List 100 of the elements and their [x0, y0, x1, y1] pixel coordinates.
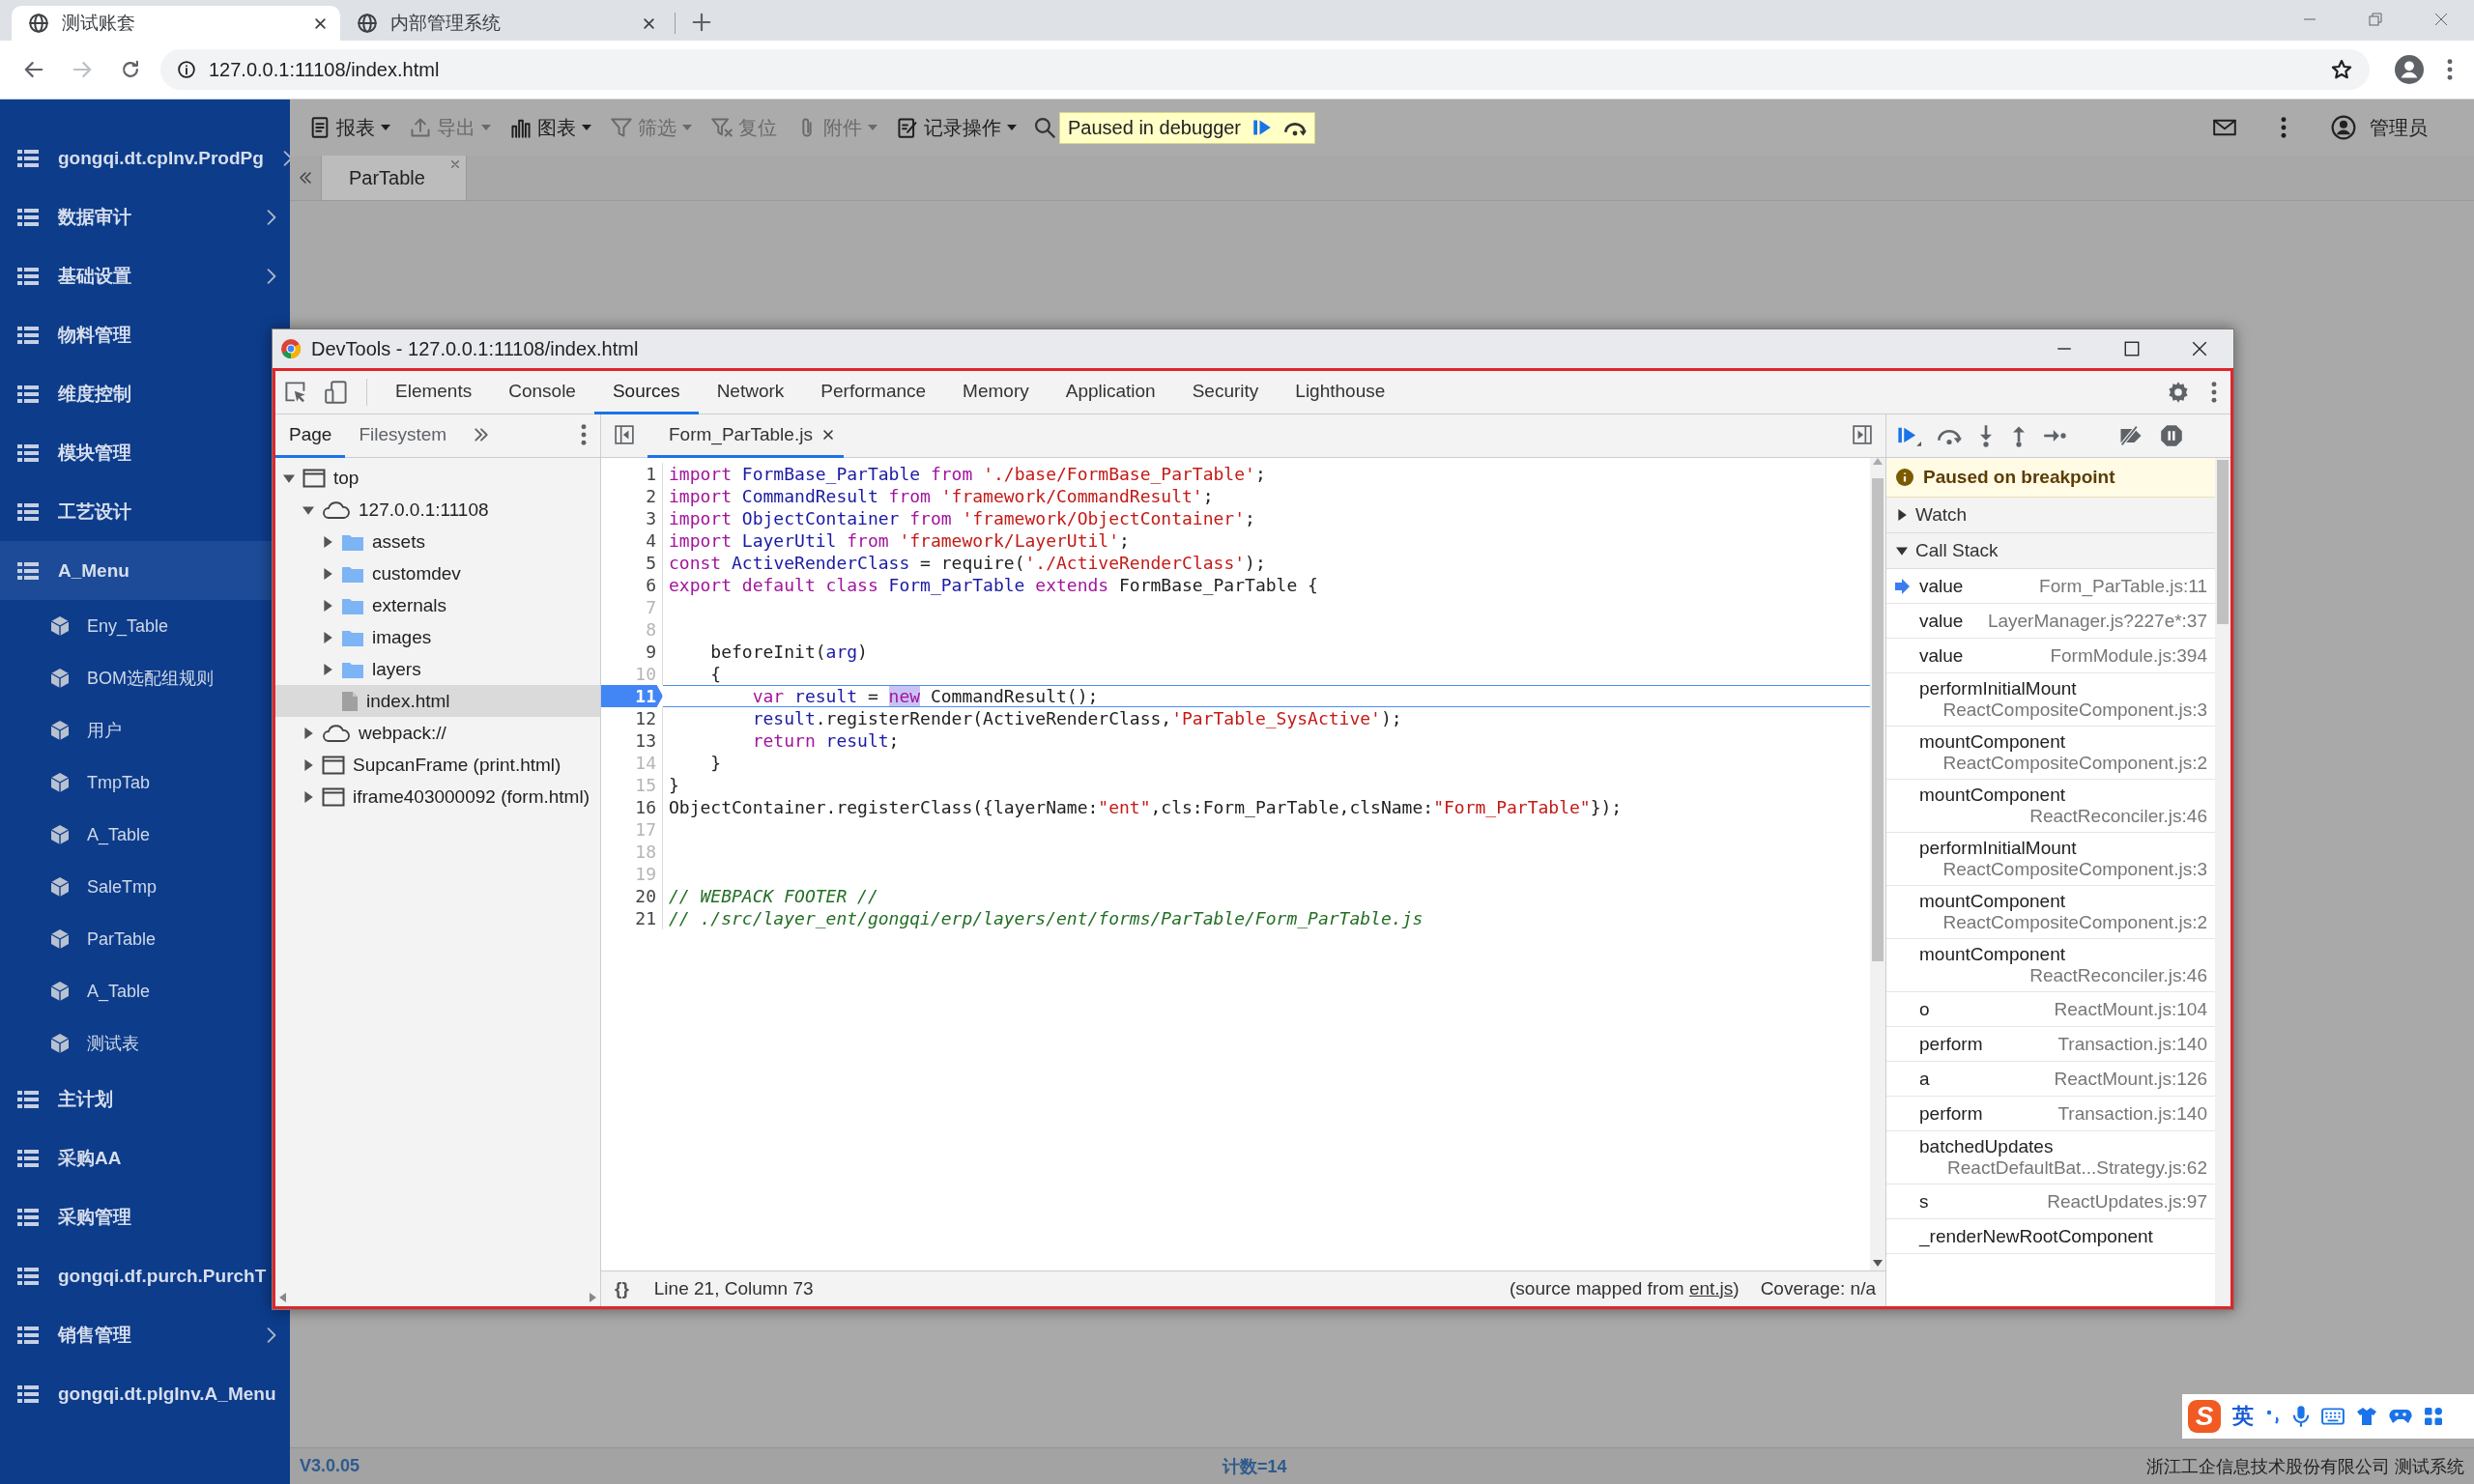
collapse-arrow-icon[interactable]: [302, 503, 314, 516]
panel-tab[interactable]: Elements: [377, 371, 491, 414]
more-icon[interactable]: [581, 424, 587, 445]
collapse-arrow-icon[interactable]: [283, 471, 295, 484]
toggle-debugger-icon[interactable]: [1853, 425, 1872, 444]
sidebar-subitem[interactable]: 测试表: [0, 1017, 290, 1070]
scroll-right-icon[interactable]: [589, 1293, 596, 1302]
tree-item[interactable]: index.html: [275, 685, 600, 717]
toggle-navigator-icon[interactable]: [615, 425, 634, 444]
panel-tab[interactable]: Console: [490, 371, 594, 414]
input-mode-toggle[interactable]: 英: [2232, 1402, 2254, 1431]
scrollbar-thumb[interactable]: [1872, 478, 1884, 961]
user-menu[interactable]: 管理员: [2331, 114, 2428, 141]
more-icon[interactable]: [2281, 117, 2287, 138]
settings-icon[interactable]: [2167, 381, 2190, 404]
sidebar-item[interactable]: 物料管理: [0, 305, 290, 364]
scroll-left-icon[interactable]: [279, 1293, 287, 1302]
frame-location: ReactDefaultBat...Strategy.js:62: [1946, 1157, 2207, 1179]
pause-on-exceptions-icon[interactable]: [2160, 424, 2183, 447]
call-frame[interactable]: perform Transaction.js:140: [1886, 1027, 2215, 1062]
expand-arrow-icon[interactable]: [302, 790, 314, 803]
browser-tab[interactable]: 内部管理系统: [340, 6, 669, 41]
call-frame[interactable]: _renderNewRootComponent: [1886, 1219, 2215, 1254]
document-tab[interactable]: ParTable: [322, 156, 467, 200]
sidebar-item[interactable]: 数据审计: [0, 187, 290, 246]
microphone-icon[interactable]: [2292, 1405, 2310, 1428]
sidebar-item[interactable]: 采购管理: [0, 1187, 290, 1246]
close-icon[interactable]: [643, 16, 655, 30]
sidebar-subitem[interactable]: ParTable: [0, 913, 290, 965]
code-line: // ./src/layer_ent/gongqi/erp/layers/ent/forms/ParTable/Form_ParTable.js: [668, 907, 1424, 929]
info-icon[interactable]: [178, 61, 195, 78]
star-icon[interactable]: [2331, 59, 2352, 80]
inspect-icon[interactable]: [284, 381, 307, 404]
sidebar-item[interactable]: gongqi.dt.plgInv.A_Menu: [0, 1364, 290, 1423]
device-toolbar-icon[interactable]: [325, 381, 348, 404]
search-icon[interactable]: [1034, 117, 1055, 138]
panel-tab[interactable]: Performance: [802, 371, 945, 414]
expand-arrow-icon[interactable]: [322, 663, 333, 675]
cursor-position: Line 21, Column 73: [653, 1278, 814, 1299]
sidebar-subitem[interactable]: SaleTmp: [0, 861, 290, 913]
address-field[interactable]: 127.0.0.1:11108/index.html: [160, 49, 2370, 90]
shirt-icon[interactable]: [2356, 1407, 2377, 1426]
punctuation-icon[interactable]: [2265, 1408, 2281, 1425]
panel-tab[interactable]: Network: [698, 371, 803, 414]
grid-icon[interactable]: [2424, 1407, 2443, 1426]
panel-tab[interactable]: Security: [1173, 371, 1278, 414]
expand-arrow-icon[interactable]: [1896, 509, 1908, 521]
sidebar-item[interactable]: 销售管理: [0, 1305, 290, 1364]
browser-tab[interactable]: 测试账套: [12, 6, 340, 41]
more-icon[interactable]: [2211, 382, 2217, 403]
line-number[interactable]: 11: [601, 685, 663, 707]
keyboard-icon[interactable]: [2321, 1408, 2345, 1425]
panel-tab[interactable]: Lighthouse: [1277, 371, 1404, 414]
sidebar-item[interactable]: 基础设置: [0, 246, 290, 305]
expand-arrow-icon[interactable]: [322, 535, 333, 548]
sidebar-item[interactable]: gongqi.df.purch.PurchT: [0, 1246, 290, 1305]
call-frame[interactable]: o ReactMount.js:104: [1886, 992, 2215, 1027]
expand-arrow-icon[interactable]: [322, 599, 333, 612]
close-icon[interactable]: [821, 429, 834, 441]
call-frame[interactable]: perform Transaction.js:140: [1886, 1097, 2215, 1131]
source-link[interactable]: ent.js: [1688, 1278, 1734, 1298]
sidebar-item[interactable]: gongqi.dt.cpInv.ProdPg: [0, 128, 290, 187]
account-icon[interactable]: [2395, 55, 2424, 84]
double-chevron-left-icon[interactable]: [299, 171, 312, 185]
section-header[interactable]: Watch: [1886, 498, 2215, 533]
call-frame[interactable]: s ReactUpdates.js:97: [1886, 1184, 2215, 1219]
expand-arrow-icon[interactable]: [322, 567, 333, 580]
call-frame[interactable]: value Form_ParTable.js:11: [1886, 569, 2215, 604]
resume-icon[interactable]: [1252, 118, 1273, 137]
function-name: _renderNewRootComponent: [1919, 1225, 2153, 1247]
close-icon[interactable]: [314, 16, 327, 30]
line-number: 12: [601, 707, 663, 729]
filter-icon: [611, 117, 632, 138]
sidebar-item[interactable]: 主计划: [0, 1070, 290, 1128]
navigator-tab[interactable]: Filesystem: [345, 414, 461, 458]
sidebar-subitem[interactable]: A_Table: [0, 965, 290, 1017]
navigator-tab[interactable]: Page: [275, 414, 346, 458]
expand-arrow-icon[interactable]: [322, 631, 333, 643]
call-frame[interactable]: a ReactMount.js:126: [1886, 1062, 2215, 1097]
mail-icon[interactable]: [2213, 119, 2236, 136]
scroll-down-icon[interactable]: [1873, 1260, 1883, 1267]
new-tab-icon[interactable]: [691, 12, 712, 33]
toolbar-button[interactable]: 报表: [300, 114, 400, 141]
toolbar-button[interactable]: 图表: [501, 114, 601, 141]
section-header[interactable]: Call Stack: [1886, 533, 2215, 569]
panel-tab[interactable]: Memory: [944, 371, 1048, 414]
line-number: 4: [601, 529, 663, 552]
sidebar-item[interactable]: 采购AA: [0, 1128, 290, 1187]
more-tabs-icon[interactable]: [474, 427, 490, 442]
expand-arrow-icon[interactable]: [302, 758, 314, 771]
more-icon[interactable]: [2447, 59, 2453, 80]
panel-tab[interactable]: Application: [1047, 371, 1174, 414]
gamepad-icon[interactable]: [2389, 1408, 2412, 1425]
scrollbar-thumb[interactable]: [2217, 460, 2229, 624]
pretty-print-button[interactable]: {}: [611, 1278, 633, 1299]
call-frame[interactable]: value LayerManager.js?227e*:37: [1886, 604, 2215, 639]
expand-arrow-icon[interactable]: [302, 727, 314, 739]
call-frame[interactable]: value FormModule.js:394: [1886, 639, 2215, 673]
collapse-arrow-icon[interactable]: [1896, 545, 1908, 556]
toolbar-button[interactable]: 记录操作: [887, 114, 1026, 141]
